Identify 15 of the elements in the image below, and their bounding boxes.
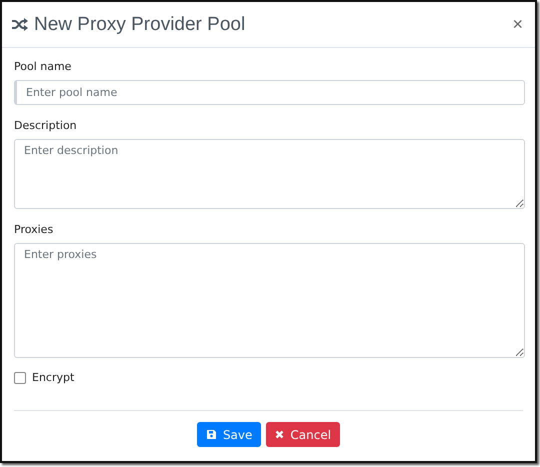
text-field[interactable]: Enter pool name <box>14 80 525 105</box>
close-button[interactable]: × <box>512 14 523 35</box>
text-area[interactable]: Enter description <box>14 139 525 209</box>
shuffle-icon <box>12 18 28 31</box>
dialog-title: New Proxy Provider Pool <box>34 14 246 36</box>
save-button[interactable]: Save <box>196 422 262 447</box>
field-label: Pool name <box>14 60 72 73</box>
checkbox-label: Encrypt <box>32 371 74 384</box>
save-icon <box>206 429 217 440</box>
cancel-button[interactable]: Cancel <box>266 422 340 447</box>
field-label: Description <box>14 119 78 132</box>
field-label: Proxies <box>14 223 54 236</box>
text-area[interactable]: Enter proxies <box>14 243 525 358</box>
close-icon <box>275 430 284 439</box>
checkbox[interactable] <box>14 372 26 384</box>
